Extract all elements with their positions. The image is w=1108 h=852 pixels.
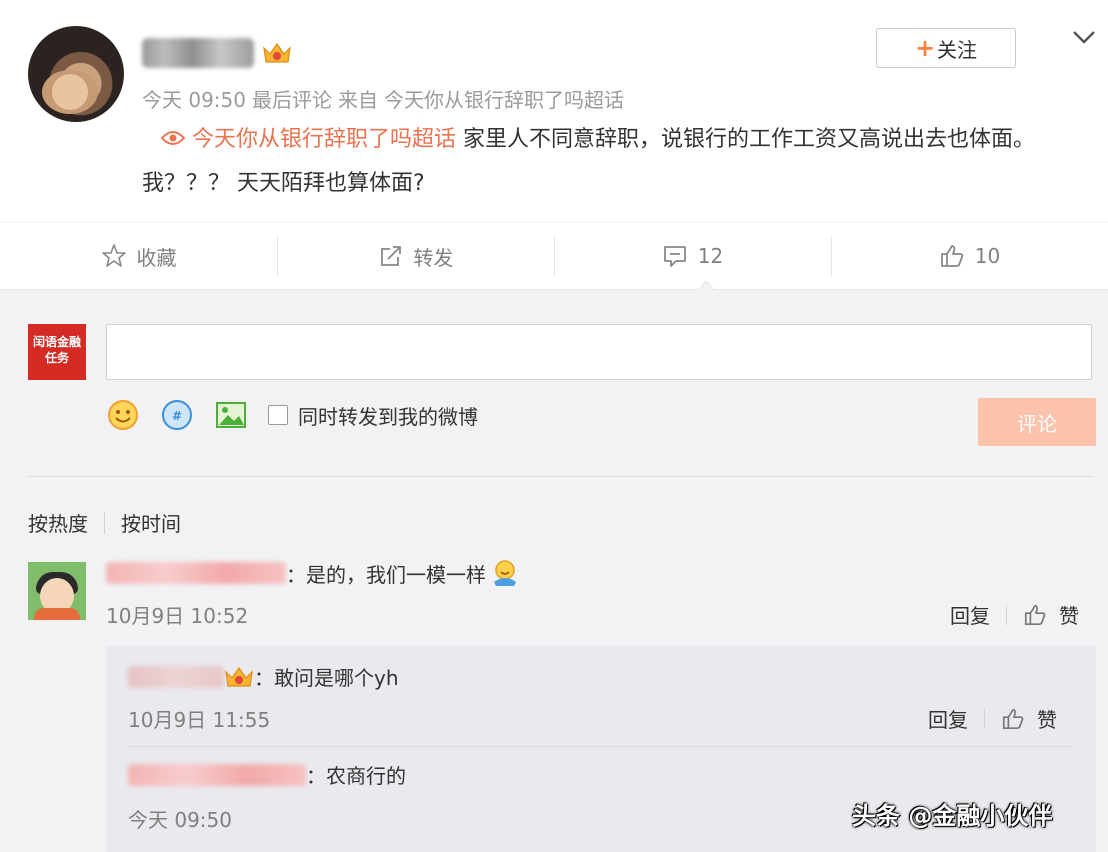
chevron-down-icon[interactable] bbox=[1070, 26, 1098, 48]
post-content: 今天你从银行辞职了吗超话 家里人不同意辞职，说银行的工作工资又高说出去也体面。我… bbox=[142, 118, 1092, 206]
comment-icon bbox=[663, 246, 686, 267]
repost-label: 转发 bbox=[413, 245, 454, 270]
last-comment-label: 最后评论 bbox=[252, 88, 332, 112]
reply-actions: 回复 赞 bbox=[928, 704, 1057, 733]
reply-text: ：农商行的 bbox=[306, 764, 406, 788]
watermark: 头条 @金融小伙伴 bbox=[852, 802, 1053, 830]
follow-button[interactable]: + 关注 bbox=[876, 28, 1016, 68]
comment-input[interactable] bbox=[106, 324, 1092, 380]
comment-count: 12 bbox=[697, 244, 724, 268]
reply-body: ：农商行的 bbox=[128, 760, 406, 789]
like-label[interactable]: 赞 bbox=[1037, 704, 1057, 733]
post-source[interactable]: 今天你从银行辞职了吗超话 bbox=[384, 88, 624, 112]
commenter-name-blurred[interactable] bbox=[106, 562, 286, 584]
post-time[interactable]: 今天 09:50 bbox=[142, 88, 246, 112]
comment-panel: 闰语金融任务 # 同时转发到我的微博 评论 按热度 按时间 ：是的，我们一模一样… bbox=[0, 290, 1108, 852]
sort-separator bbox=[104, 511, 105, 534]
comment-pointer bbox=[696, 280, 716, 292]
plus-icon: + bbox=[914, 34, 936, 62]
comment-text: ：是的，我们一模一样 bbox=[286, 562, 486, 587]
sort-by-hot[interactable]: 按热度 bbox=[28, 508, 88, 537]
reply-body: ：敢问是哪个yh bbox=[128, 662, 399, 691]
author-name-blurred[interactable] bbox=[142, 38, 254, 68]
repost-checkbox[interactable] bbox=[268, 405, 288, 425]
replier-name-blurred[interactable] bbox=[128, 665, 224, 688]
comment-time: 10月9日 10:52 bbox=[106, 604, 249, 628]
reply-divider bbox=[128, 746, 1074, 747]
current-user-avatar[interactable]: 闰语金融任务 bbox=[28, 324, 86, 380]
comment-sort: 按热度 按时间 bbox=[28, 508, 181, 537]
divider bbox=[28, 476, 1094, 477]
repost-checkbox-label: 同时转发到我的微博 bbox=[298, 404, 478, 429]
reply-time: 今天 09:50 bbox=[128, 808, 232, 832]
post-action-bar: 收藏 转发 12 10 bbox=[0, 222, 1108, 290]
like-label[interactable]: 赞 bbox=[1059, 600, 1079, 629]
author-avatar[interactable] bbox=[28, 26, 124, 122]
favorite-label: 收藏 bbox=[136, 245, 177, 270]
composer-toolbar: # 同时转发到我的微博 bbox=[106, 398, 478, 432]
comment-button[interactable]: 12 bbox=[554, 223, 831, 289]
share-icon bbox=[380, 246, 401, 266]
thumb-up-icon[interactable] bbox=[1001, 707, 1025, 731]
vip-crown-icon bbox=[225, 666, 253, 687]
like-count: 10 bbox=[974, 244, 1001, 268]
super-topic-icon bbox=[160, 131, 186, 145]
thumb-up-icon[interactable] bbox=[1023, 603, 1047, 627]
repost-to-my-weibo[interactable]: 同时转发到我的微博 bbox=[268, 401, 478, 430]
comment-body: ：是的，我们一模一样 bbox=[106, 558, 520, 588]
comment-actions: 回复 赞 bbox=[950, 600, 1079, 629]
emoji-icon[interactable] bbox=[106, 398, 140, 432]
repost-button[interactable]: 转发 bbox=[277, 223, 554, 289]
reply-text: ：敢问是哪个yh bbox=[254, 666, 399, 690]
replier-name-blurred[interactable] bbox=[128, 763, 306, 786]
image-icon[interactable] bbox=[214, 398, 248, 432]
like-button[interactable]: 10 bbox=[831, 223, 1108, 289]
topic-icon[interactable]: # bbox=[160, 398, 194, 432]
submit-comment-button[interactable]: 评论 bbox=[978, 398, 1096, 446]
thumb-up-icon bbox=[940, 245, 963, 267]
favorite-button[interactable]: 收藏 bbox=[0, 223, 277, 289]
post-meta: 今天 09:50 最后评论 来自 今天你从银行辞职了吗超话 bbox=[142, 84, 630, 113]
weibo-post: 今天 09:50 最后评论 来自 今天你从银行辞职了吗超话 + 关注 今天你从银行辞职… bbox=[0, 0, 1108, 222]
reply-time: 10月9日 11:55 bbox=[128, 708, 271, 732]
from-label: 来自 bbox=[338, 88, 378, 112]
sort-by-time[interactable]: 按时间 bbox=[121, 508, 181, 537]
super-topic-link[interactable]: 今天你从银行辞职了吗超话 bbox=[192, 127, 456, 152]
star-icon bbox=[101, 244, 126, 267]
vip-crown-icon bbox=[263, 42, 291, 63]
follow-label: 关注 bbox=[937, 37, 978, 62]
commenter-avatar[interactable] bbox=[28, 562, 86, 620]
reply-button[interactable]: 回复 bbox=[950, 600, 990, 629]
svg-text:#: # bbox=[172, 409, 182, 423]
reply-button[interactable]: 回复 bbox=[928, 704, 968, 733]
emoji-hug-icon bbox=[494, 560, 516, 586]
